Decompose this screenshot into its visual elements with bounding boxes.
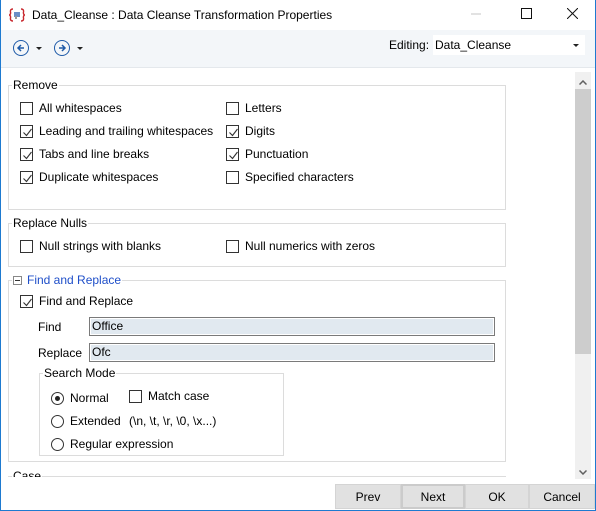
radio-normal[interactable]: Normal (51, 391, 109, 405)
remove-group: Remove All whitespaces Leading and trail… (8, 78, 506, 210)
checkbox-leading-trailing-whitespaces[interactable]: Leading and trailing whitespaces (20, 124, 213, 138)
checkbox-label: Digits (245, 124, 276, 138)
checkbox-find-and-replace[interactable]: Find and Replace (20, 294, 133, 308)
chevron-down-icon (578, 464, 588, 478)
checkbox-label: All whitespaces (39, 101, 122, 115)
replace-nulls-legend: Replace Nulls (12, 216, 89, 230)
checkbox-box[interactable] (226, 170, 239, 184)
window-title: Data_Cleanse : Data Cleanse Transformati… (32, 8, 333, 22)
checkbox-label: Match case (148, 389, 210, 403)
checkbox-label: Leading and trailing whitespaces (39, 124, 214, 138)
case-group: Case (8, 469, 506, 477)
radio-label: Normal (70, 391, 109, 405)
collapse-icon[interactable] (13, 275, 22, 285)
checkbox-punctuation[interactable]: Punctuation (226, 147, 308, 161)
back-dropdown-icon[interactable] (36, 46, 42, 50)
radio-label: Extended (70, 414, 121, 428)
forward-dropdown-icon[interactable] (77, 46, 83, 50)
chevron-up-icon (578, 74, 588, 88)
checkbox-box[interactable] (20, 294, 33, 308)
checkbox-label: Specified characters (245, 170, 354, 184)
forward-arrow-icon (54, 40, 70, 56)
editing-select-value: Data_Cleanse (435, 38, 512, 52)
find-replace-legend-text: Find and Replace (27, 273, 122, 287)
checkbox-box[interactable] (20, 101, 33, 115)
minimize-button[interactable] (453, 0, 499, 30)
checkbox-match-case[interactable]: Match case (129, 389, 209, 403)
checkbox-label: Tabs and line breaks (39, 147, 150, 161)
checkbox-box[interactable] (20, 124, 33, 138)
cancel-button[interactable]: Cancel (529, 484, 595, 509)
search-mode-legend: Search Mode (43, 366, 117, 380)
checkbox-digits[interactable]: Digits (226, 124, 275, 138)
back-arrow-icon (13, 40, 29, 56)
radio-circle[interactable] (51, 391, 64, 405)
radio-circle[interactable] (51, 437, 64, 451)
find-replace-group: Find and Replace Find and Replace Find O… (8, 273, 506, 462)
remove-legend: Remove (12, 78, 59, 92)
checkbox-box[interactable] (226, 239, 239, 253)
replace-label: Replace (38, 346, 83, 360)
checkbox-box[interactable] (20, 147, 33, 161)
checkbox-duplicate-whitespaces[interactable]: Duplicate whitespaces (20, 170, 158, 184)
extended-hint: (\n, \t, \r, \0, \x...) (129, 414, 217, 428)
back-button[interactable] (13, 40, 42, 56)
checkbox-specified-characters[interactable]: Specified characters (226, 170, 354, 184)
checkbox-box[interactable] (226, 124, 239, 138)
find-replace-legend[interactable]: Find and Replace (12, 273, 123, 287)
chevron-down-icon (573, 44, 579, 47)
transform-icon (8, 7, 26, 23)
forward-button[interactable] (54, 40, 83, 56)
close-button[interactable] (549, 0, 595, 30)
find-input[interactable]: Office (89, 317, 495, 336)
checkbox-all-whitespaces[interactable]: All whitespaces (20, 101, 122, 115)
replace-nulls-group: Replace Nulls Null strings with blanks N… (8, 216, 506, 267)
radio-regular-expression[interactable]: Regular expression (51, 437, 173, 451)
checkbox-label: Null numerics with zeros (245, 239, 376, 253)
properties-dialog: Data_Cleanse : Data Cleanse Transformati… (0, 0, 596, 511)
ok-button[interactable]: OK (465, 484, 529, 509)
checkbox-label: Duplicate whitespaces (39, 170, 159, 184)
toolbar: Editing: Data_Cleanse (1, 30, 595, 68)
prev-button[interactable]: Prev (335, 484, 401, 509)
minimize-icon (471, 8, 481, 22)
maximize-button[interactable] (503, 0, 549, 30)
checkbox-box[interactable] (20, 170, 33, 184)
scroll-up-button[interactable] (575, 72, 591, 89)
checkbox-box[interactable] (226, 101, 239, 115)
replace-input[interactable]: Ofc (89, 343, 495, 362)
editing-label: Editing: (389, 38, 430, 52)
maximize-icon (520, 8, 532, 22)
checkbox-box[interactable] (226, 147, 239, 161)
close-icon (566, 7, 578, 22)
radio-label: Regular expression (70, 437, 174, 451)
find-label: Find (38, 320, 62, 334)
checkbox-label: Null strings with blanks (39, 239, 162, 253)
next-button[interactable]: Next (401, 484, 465, 509)
vertical-scrollbar[interactable] (575, 72, 591, 479)
editing-select[interactable]: Data_Cleanse (433, 35, 585, 55)
checkbox-tabs-line-breaks[interactable]: Tabs and line breaks (20, 147, 149, 161)
search-mode-group: Search Mode Normal Match case Extended (… (39, 366, 284, 456)
properties-panel: Remove All whitespaces Leading and trail… (2, 69, 574, 477)
radio-extended[interactable]: Extended (51, 414, 121, 428)
case-legend: Case (12, 469, 43, 477)
checkbox-box[interactable] (129, 389, 142, 403)
checkbox-label: Letters (245, 101, 282, 115)
scroll-down-button[interactable] (575, 462, 591, 479)
checkbox-letters[interactable]: Letters (226, 101, 282, 115)
scroll-thumb[interactable] (575, 89, 591, 354)
title-bar: Data_Cleanse : Data Cleanse Transformati… (1, 0, 595, 30)
checkbox-label: Find and Replace (39, 294, 134, 308)
checkbox-null-strings-blanks[interactable]: Null strings with blanks (20, 239, 161, 253)
checkbox-box[interactable] (20, 239, 33, 253)
checkbox-null-numerics-zeros[interactable]: Null numerics with zeros (226, 239, 375, 253)
radio-circle[interactable] (51, 414, 64, 428)
checkbox-label: Punctuation (245, 147, 309, 161)
